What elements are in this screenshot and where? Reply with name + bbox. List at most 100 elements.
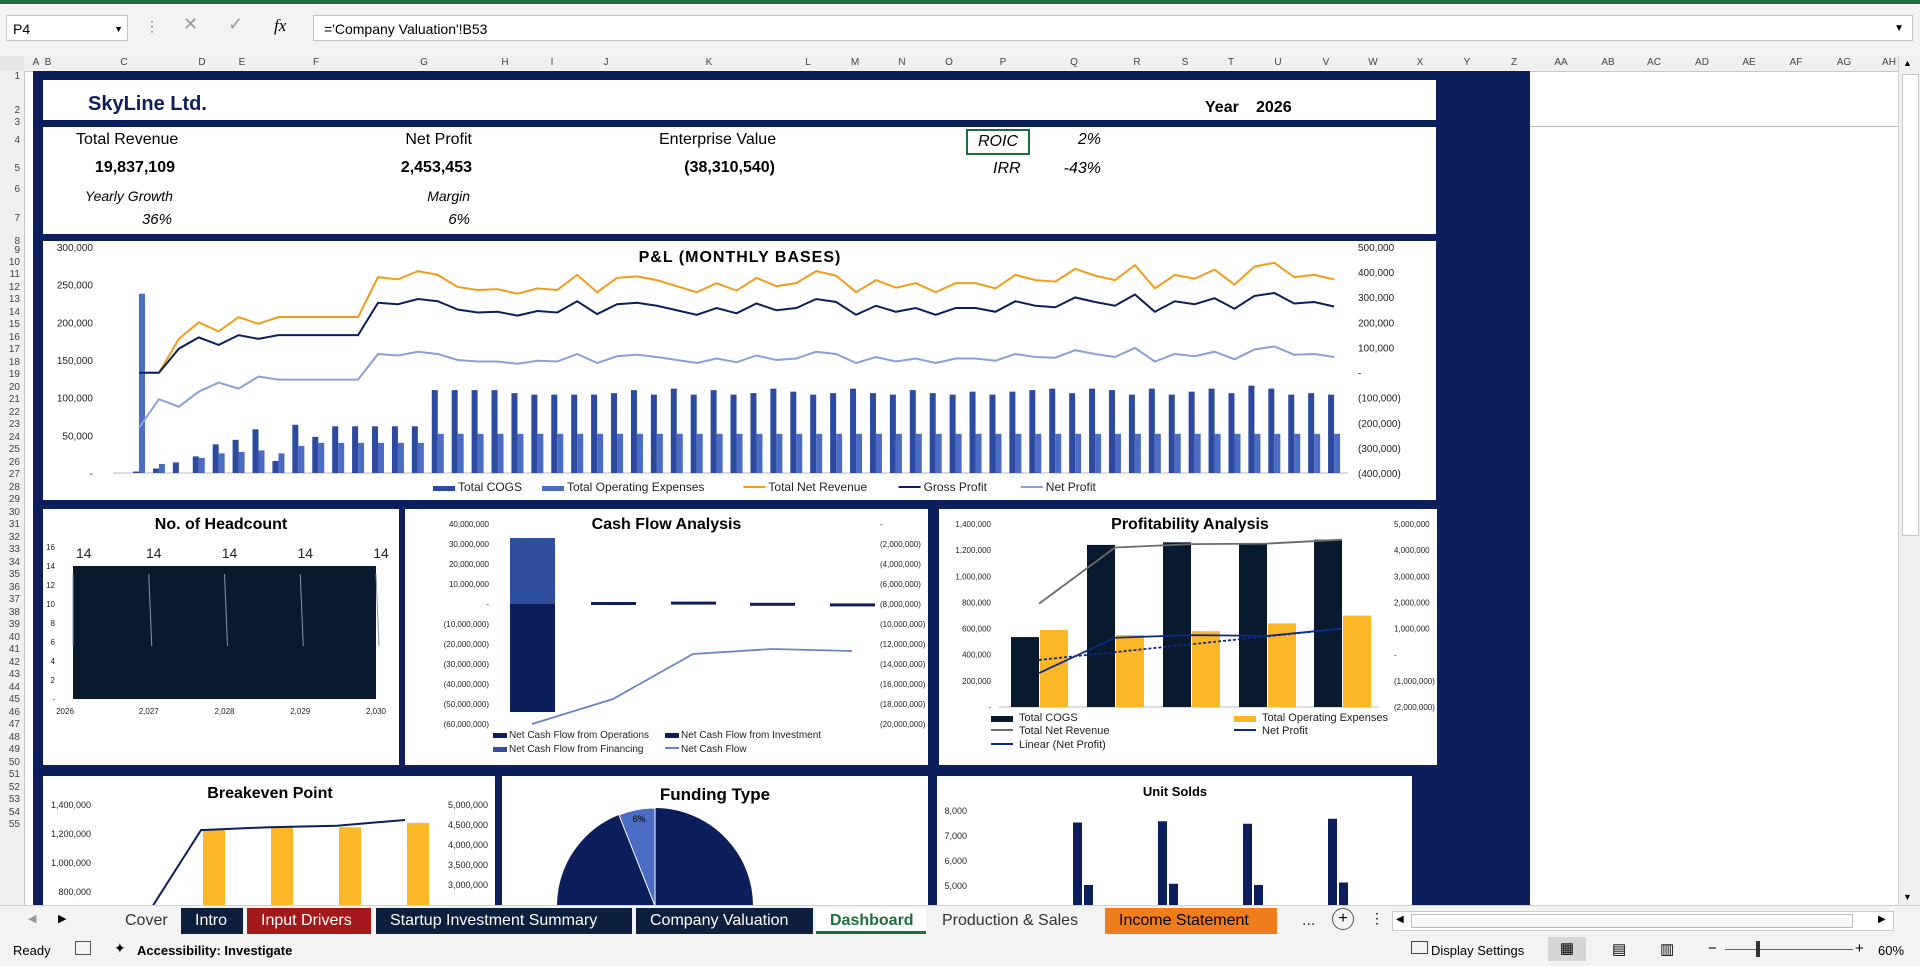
row-header[interactable]: 55 [9, 819, 20, 830]
row-header[interactable]: 31 [9, 519, 20, 530]
chevron-down-icon[interactable]: ▼ [114, 16, 123, 42]
row-header[interactable]: 47 [9, 719, 20, 730]
tab-dashboard[interactable]: Dashboard [816, 908, 926, 934]
formula-input[interactable]: ='Company Valuation'!B53 ▼ [313, 15, 1913, 41]
row-header[interactable]: 38 [9, 607, 20, 618]
column-header[interactable]: D [192, 57, 212, 68]
row-header[interactable]: 19 [9, 369, 20, 380]
column-header[interactable]: O [939, 57, 959, 68]
column-header[interactable]: C [114, 57, 134, 68]
breakeven-chart[interactable]: 1,400,000 1,200,000 1,000,000 800,000 5,000,… [43, 776, 495, 905]
row-header[interactable]: 45 [9, 694, 20, 705]
column-header[interactable]: Q [1064, 57, 1084, 68]
row-header[interactable]: 18 [9, 357, 20, 368]
page-layout-icon[interactable]: ▤ [1612, 940, 1626, 958]
tab-cover[interactable]: Cover [111, 908, 182, 934]
name-box[interactable]: P4 ▼ [6, 15, 128, 41]
column-header[interactable]: U [1268, 57, 1288, 68]
row-header[interactable]: 37 [9, 594, 20, 605]
scroll-down-icon[interactable]: ▼ [1903, 892, 1912, 902]
row-header[interactable]: 10 [9, 257, 20, 268]
row-header[interactable]: 17 [9, 344, 20, 355]
column-header[interactable]: I [542, 57, 562, 68]
row-header[interactable]: 26 [9, 457, 20, 468]
scroll-thumb[interactable] [1902, 74, 1919, 536]
cancel-icon[interactable]: ✕ [183, 14, 198, 35]
row-header[interactable]: 22 [9, 407, 20, 418]
tab-income-statement[interactable]: Income Statement [1105, 908, 1277, 934]
column-header[interactable]: AE [1739, 57, 1759, 68]
row-header[interactable]: 21 [9, 394, 20, 405]
row-header[interactable]: 11 [10, 269, 20, 280]
row-header[interactable]: 28 [9, 482, 20, 493]
zoom-level[interactable]: 60% [1878, 943, 1904, 958]
row-header[interactable]: 1 [14, 71, 20, 82]
insert-function-icon[interactable]: fx [274, 16, 286, 36]
row-header[interactable]: 35 [9, 569, 20, 580]
row-header[interactable]: 24 [9, 432, 20, 443]
column-header[interactable]: S [1175, 57, 1195, 68]
row-header[interactable]: 15 [9, 319, 20, 330]
tab-scroll-right-icon[interactable]: ▶ [58, 912, 66, 925]
column-header[interactable]: G [414, 57, 434, 68]
row-header[interactable]: 34 [9, 557, 20, 568]
row-header[interactable]: 46 [9, 707, 20, 718]
column-header[interactable]: B [38, 57, 58, 68]
column-header[interactable]: AC [1644, 57, 1664, 68]
column-header[interactable]: J [596, 57, 616, 68]
row-header[interactable]: 9 [14, 245, 20, 256]
cashflow-chart[interactable]: 40,000,000 30,000,000 20,000,000 10,000,000… [405, 509, 928, 765]
scroll-up-icon[interactable]: ▲ [1903, 58, 1912, 68]
tab-scroll-left-icon[interactable]: ◀ [28, 912, 36, 925]
hscroll-right-icon[interactable]: ▶ [1878, 914, 1886, 925]
row-header[interactable]: 12 [9, 282, 20, 293]
macro-record-icon[interactable] [75, 941, 91, 955]
row-header[interactable]: 50 [9, 757, 20, 768]
more-options-icon[interactable]: ⋮ [1370, 910, 1384, 927]
row-header[interactable]: 51 [9, 769, 20, 780]
row-header[interactable]: 40 [9, 632, 20, 643]
column-header[interactable]: AG [1834, 57, 1854, 68]
zoom-in-icon[interactable]: + [1855, 940, 1864, 957]
row-header[interactable]: 5 [14, 163, 20, 174]
column-header[interactable]: AH [1879, 57, 1899, 68]
zoom-out-icon[interactable]: − [1708, 940, 1717, 957]
row-header[interactable]: 29 [9, 494, 20, 505]
column-header[interactable]: E [232, 57, 252, 68]
row-header[interactable]: 20 [9, 382, 20, 393]
row-header[interactable]: 53 [9, 794, 20, 805]
row-header[interactable]: 2 [14, 105, 20, 116]
column-header[interactable]: P [993, 57, 1013, 68]
accessibility-icon[interactable]: ✦ [114, 940, 126, 957]
row-header[interactable]: 4 [14, 135, 20, 146]
select-all-corner[interactable] [0, 56, 24, 71]
display-settings-icon[interactable] [1411, 941, 1428, 954]
tab-more[interactable]: ... [1296, 908, 1326, 934]
row-header[interactable]: 14 [9, 307, 20, 318]
column-header[interactable]: AA [1551, 57, 1571, 68]
tab-company-valuation[interactable]: Company Valuation [636, 908, 813, 934]
tab-intro[interactable]: Intro [181, 908, 243, 934]
row-header[interactable]: 44 [9, 682, 20, 693]
row-header[interactable]: 43 [9, 669, 20, 680]
accessibility-status[interactable]: Accessibility: Investigate [137, 943, 292, 958]
roic-label[interactable]: ROIC [966, 129, 1030, 155]
row-header[interactable]: 16 [9, 332, 20, 343]
display-settings[interactable]: Display Settings [1431, 943, 1524, 958]
column-header[interactable]: AD [1692, 57, 1712, 68]
column-header[interactable]: X [1410, 57, 1430, 68]
tab-production-sales[interactable]: Production & Sales [928, 908, 1102, 934]
row-header[interactable]: 33 [9, 544, 20, 555]
row-header[interactable]: 7 [14, 213, 20, 224]
funding-chart[interactable]: 6% [502, 776, 928, 905]
row-header[interactable]: 23 [9, 419, 20, 430]
units-chart[interactable]: 8,000 7,000 6,000 5,000 [937, 776, 1412, 905]
column-header[interactable]: W [1363, 57, 1383, 68]
row-header[interactable]: 54 [9, 807, 20, 818]
column-header[interactable]: AF [1786, 57, 1806, 68]
column-header[interactable]: V [1316, 57, 1336, 68]
column-header[interactable]: N [892, 57, 912, 68]
column-header[interactable]: AB [1598, 57, 1618, 68]
tab-startup-investment-summary[interactable]: Startup Investment Summary [376, 908, 632, 934]
tab-input-drivers[interactable]: Input Drivers [247, 908, 371, 934]
